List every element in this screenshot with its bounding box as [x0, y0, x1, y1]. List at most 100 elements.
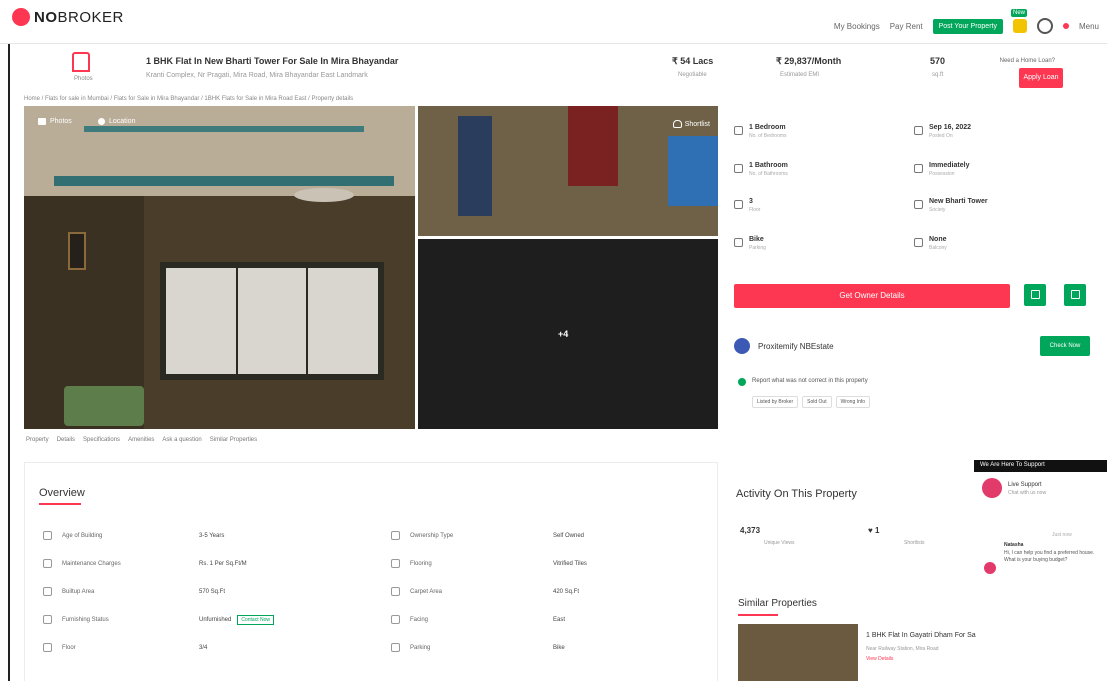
maintenance-icon	[43, 559, 52, 568]
status-dot-icon	[1062, 23, 1069, 29]
chat-time: Just now	[1052, 532, 1072, 538]
property-price: ₹ 54 Lacs	[672, 56, 714, 66]
apply-loan-button[interactable]: Apply Loan	[1019, 68, 1063, 88]
area-sub: sq.ft	[932, 72, 944, 78]
photo-gallery[interactable]: Photos Location Shortlist +4	[24, 106, 718, 429]
chat-icon	[1070, 290, 1080, 299]
chat-header[interactable]: We Are Here To Support	[974, 460, 1107, 472]
parking-icon	[391, 643, 400, 652]
tab-specifications[interactable]: Specifications	[83, 437, 120, 443]
get-owner-details-button[interactable]: Get Owner Details	[734, 284, 1010, 308]
main-photo[interactable]: Photos Location	[24, 106, 415, 429]
location-tab[interactable]: Location	[98, 118, 135, 125]
shortlist-button[interactable]: Shortlist	[672, 120, 710, 128]
report-chip-wrong[interactable]: Wrong Info	[835, 396, 870, 408]
similar-property-link[interactable]: View Details	[866, 656, 893, 662]
report-chips: Listed by Broker Sold Out Wrong Info	[752, 396, 870, 408]
scan-border-left	[8, 44, 10, 681]
my-bookings-link[interactable]: My Bookings	[834, 22, 880, 31]
overview-row: Maintenance Charges	[43, 559, 121, 568]
chat-message: Hi, I can help you find a preferred hous…	[1004, 550, 1095, 563]
post-property-button[interactable]: Post Your Property	[932, 18, 1003, 34]
similar-properties-title: Similar Properties	[738, 598, 817, 609]
similar-property-thumbnail[interactable]	[738, 624, 858, 681]
views-count: 4,373	[740, 526, 761, 535]
new-badge: New	[1010, 9, 1027, 17]
section-tabs: Property Details Specifications Amenitie…	[26, 437, 257, 443]
top-navbar: NOBROKER My Bookings Pay Rent Post Your …	[0, 0, 1107, 44]
key-icon	[914, 164, 923, 173]
overview-row: Builtup Area	[43, 587, 94, 596]
pay-rent-link[interactable]: Pay Rent	[890, 22, 923, 31]
camera-icon	[38, 118, 46, 125]
promo-logo-icon	[734, 338, 750, 354]
detail-balcony: None Balcony	[914, 236, 947, 251]
ownership-icon	[391, 531, 400, 540]
overview-title: Overview	[39, 487, 85, 499]
flooring-icon	[391, 559, 400, 568]
emi-sub: Estimated EMI	[780, 72, 820, 78]
nobroker-logo[interactable]: NOBROKER	[12, 8, 124, 26]
area-icon	[43, 587, 52, 596]
report-chip-sold[interactable]: Sold Out	[802, 396, 832, 408]
detail-posted-on: Sep 16, 2022 Posted On	[914, 124, 971, 139]
compass-icon	[391, 615, 400, 624]
window	[160, 262, 384, 380]
detail-floor: 3 Floor	[734, 198, 760, 213]
property-emi: ₹ 29,837/Month	[776, 56, 842, 66]
calendar-icon	[1030, 290, 1040, 299]
bed-icon	[734, 126, 743, 135]
side-photo-top[interactable]: Shortlist	[418, 106, 718, 236]
price-sub: Negotiable	[678, 72, 707, 78]
sofa-icon	[43, 615, 52, 624]
tab-ask-question[interactable]: Ask a question	[162, 437, 201, 443]
location-pin-icon	[98, 118, 105, 125]
ceiling-fan	[294, 188, 354, 202]
menu-link[interactable]: Menu	[1079, 22, 1099, 31]
building-icon	[43, 531, 52, 540]
promo-text: Proxitemify NBEstate	[758, 342, 834, 351]
overview-row: Ownership Type	[391, 531, 453, 540]
photos-tab[interactable]: Photos	[38, 118, 72, 125]
breadcrumb[interactable]: Home / Flats for sale in Mumbai / Flats …	[24, 96, 353, 102]
notification-bell-icon[interactable]: New	[1010, 9, 1027, 33]
tab-details[interactable]: Details	[57, 437, 75, 443]
check-now-button[interactable]: Check Now	[1040, 336, 1090, 356]
views-label: Unique Views	[764, 540, 795, 546]
overview-row: Age of Building	[43, 531, 102, 540]
overview-row: Parking	[391, 643, 430, 652]
society-icon	[914, 200, 923, 209]
chat-owner-button[interactable]	[1064, 284, 1086, 306]
live-chat-widget[interactable]: We Are Here To Support Live Support Chat…	[974, 460, 1107, 588]
account-icon[interactable]	[1036, 18, 1053, 34]
report-status-icon	[738, 378, 746, 386]
report-chip-broker[interactable]: Listed by Broker	[752, 396, 799, 408]
detail-parking: Bike Parking	[734, 236, 766, 251]
contact-now-link[interactable]: Contact Now	[237, 615, 274, 625]
chat-name: Live Support	[1008, 482, 1042, 488]
calendar-icon	[914, 126, 923, 135]
chat-sub: Chat with us now	[1008, 490, 1047, 496]
activity-title: Activity On This Property	[736, 488, 857, 500]
detail-society: New Bharti Tower Society	[914, 198, 988, 213]
balcony-icon	[914, 238, 923, 247]
overview-row: Furnishing Status	[43, 615, 109, 624]
tab-amenities[interactable]: Amenities	[128, 437, 154, 443]
home-icon	[72, 52, 90, 72]
promo-card: Proxitemify NBEstate Check Now Report wh…	[730, 328, 1100, 416]
heart-icon	[672, 120, 682, 128]
nav-right: My Bookings Pay Rent Post Your Property …	[834, 9, 1099, 34]
overview-card: Overview Age of Building 3-5 Years Owner…	[24, 462, 718, 681]
car-icon	[734, 238, 743, 247]
detail-bedrooms: 1 Bedroom No. of Bedrooms	[734, 124, 787, 139]
carpet-icon	[391, 587, 400, 596]
stairs-icon	[734, 200, 743, 209]
more-photos-tile[interactable]: +4	[418, 239, 718, 429]
report-text: Report what was not correct in this prop…	[752, 378, 868, 384]
home-label: Photos	[74, 76, 93, 82]
overview-row: Floor	[43, 643, 76, 652]
similar-property-title[interactable]: 1 BHK Flat In Gayatri Dham For Sa	[866, 632, 976, 639]
tab-property[interactable]: Property	[26, 437, 49, 443]
tab-similar[interactable]: Similar Properties	[210, 437, 257, 443]
schedule-visit-button[interactable]	[1024, 284, 1046, 306]
